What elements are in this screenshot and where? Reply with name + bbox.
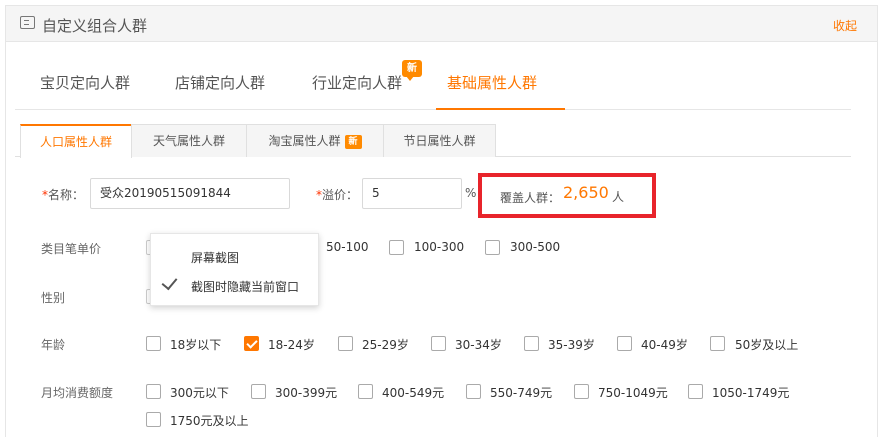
price-option-checkbox[interactable] <box>485 240 500 255</box>
age-option-checkbox[interactable] <box>146 336 161 351</box>
main-tab-bar: 宝贝定向人群 店铺定向人群 行业定向人群 基础属性人群 <box>15 58 851 110</box>
coverage-value: 2,650 <box>563 183 609 202</box>
audience-icon <box>20 16 35 29</box>
spend-option-checkbox[interactable] <box>688 384 703 399</box>
spend-option-label[interactable]: 300-399元 <box>275 384 337 401</box>
new-badge: 新 <box>344 134 362 149</box>
age-option-label[interactable]: 40-49岁 <box>641 336 688 353</box>
premium-field[interactable]: 5 <box>362 178 462 209</box>
new-badge: 新 <box>402 60 422 81</box>
subtab-label: 人口属性人群 <box>39 135 112 149</box>
price-option-label[interactable]: 300-500 <box>510 240 560 254</box>
price-option-checkbox[interactable] <box>389 240 404 255</box>
age-option-label[interactable]: 30-34岁 <box>455 336 502 353</box>
spend-option-label[interactable]: 750-1049元 <box>598 384 668 401</box>
price-option-label[interactable]: 50-100 <box>326 240 369 254</box>
sub-tab-bar: 人口属性人群 天气属性人群 淘宝属性人群新 节日属性人群 <box>15 124 851 158</box>
tab-basic-attribute-audience[interactable]: 基础属性人群 <box>447 72 537 93</box>
age-option-label[interactable]: 50岁及以上 <box>735 336 798 353</box>
panel-title: 自定义组合人群 <box>42 17 148 35</box>
age-option-label[interactable]: 35-39岁 <box>548 336 595 353</box>
percent-unit: % <box>465 186 477 200</box>
name-label: *名称： <box>42 188 85 202</box>
price-row-label: 类目笔单价 <box>41 242 102 256</box>
subtab-demographic[interactable]: 人口属性人群 <box>20 124 132 158</box>
age-option-checkbox[interactable] <box>617 336 632 351</box>
subtab-label: 天气属性人群 <box>152 134 225 148</box>
collapse-link[interactable]: 收起 <box>833 17 857 34</box>
spend-option-checkbox[interactable] <box>466 384 481 399</box>
spend-option-label[interactable]: 1050-1749元 <box>712 384 789 401</box>
premium-label: *溢价： <box>316 188 359 202</box>
price-option-label[interactable]: 100-300 <box>414 240 464 254</box>
spend-option-checkbox[interactable] <box>574 384 589 399</box>
spend-option-label[interactable]: 550-749元 <box>490 384 552 401</box>
menu-item-hide-window[interactable]: 截图时隐藏当前窗口 <box>191 278 299 295</box>
spend-option-checkbox[interactable] <box>251 384 266 399</box>
age-option-label[interactable]: 18岁以下 <box>170 336 221 353</box>
age-option-checkbox[interactable] <box>244 336 259 351</box>
subtab-taobao[interactable]: 淘宝属性人群新 <box>246 124 384 157</box>
spend-option-checkbox[interactable] <box>146 384 161 399</box>
subtab-label: 淘宝属性人群 <box>268 134 341 148</box>
panel-header: 自定义组合人群 收起 <box>6 6 877 42</box>
screenshot-context-menu: 屏幕截图 截图时隐藏当前窗口 <box>150 233 319 306</box>
spend-option-checkbox[interactable] <box>358 384 373 399</box>
tab-item-audience[interactable]: 宝贝定向人群 <box>40 72 130 93</box>
subtab-label: 节日属性人群 <box>403 134 476 148</box>
age-option-label[interactable]: 25-29岁 <box>362 336 409 353</box>
coverage-highlight-box: 覆盖人群： 2,650 人 <box>478 173 656 218</box>
age-option-checkbox[interactable] <box>710 336 725 351</box>
check-icon <box>161 273 178 291</box>
spend-option-label[interactable]: 300元以下 <box>170 384 229 401</box>
age-row-label: 年龄 <box>41 338 66 352</box>
spend-option-checkbox[interactable] <box>146 412 161 427</box>
name-field[interactable]: 受众20190515091844 <box>90 178 290 209</box>
age-option-checkbox[interactable] <box>431 336 446 351</box>
spend-option-label[interactable]: 400-549元 <box>382 384 444 401</box>
subtab-holiday[interactable]: 节日属性人群 <box>383 124 496 157</box>
spend-option-label[interactable]: 1750元及以上 <box>170 412 249 429</box>
coverage-unit: 人 <box>612 190 625 204</box>
subtab-weather[interactable]: 天气属性人群 <box>131 124 247 157</box>
age-option-checkbox[interactable] <box>338 336 353 351</box>
gender-row-label: 性别 <box>41 291 66 305</box>
menu-item-screenshot[interactable]: 屏幕截图 <box>191 249 239 266</box>
tab-industry-audience[interactable]: 行业定向人群 <box>312 72 402 93</box>
spend-row-label: 月均消费额度 <box>41 386 114 400</box>
coverage-label: 覆盖人群： <box>500 191 561 205</box>
age-option-checkbox[interactable] <box>524 336 539 351</box>
tab-shop-audience[interactable]: 店铺定向人群 <box>175 72 265 93</box>
age-option-label[interactable]: 18-24岁 <box>268 336 315 353</box>
active-tab-underline <box>436 108 565 110</box>
